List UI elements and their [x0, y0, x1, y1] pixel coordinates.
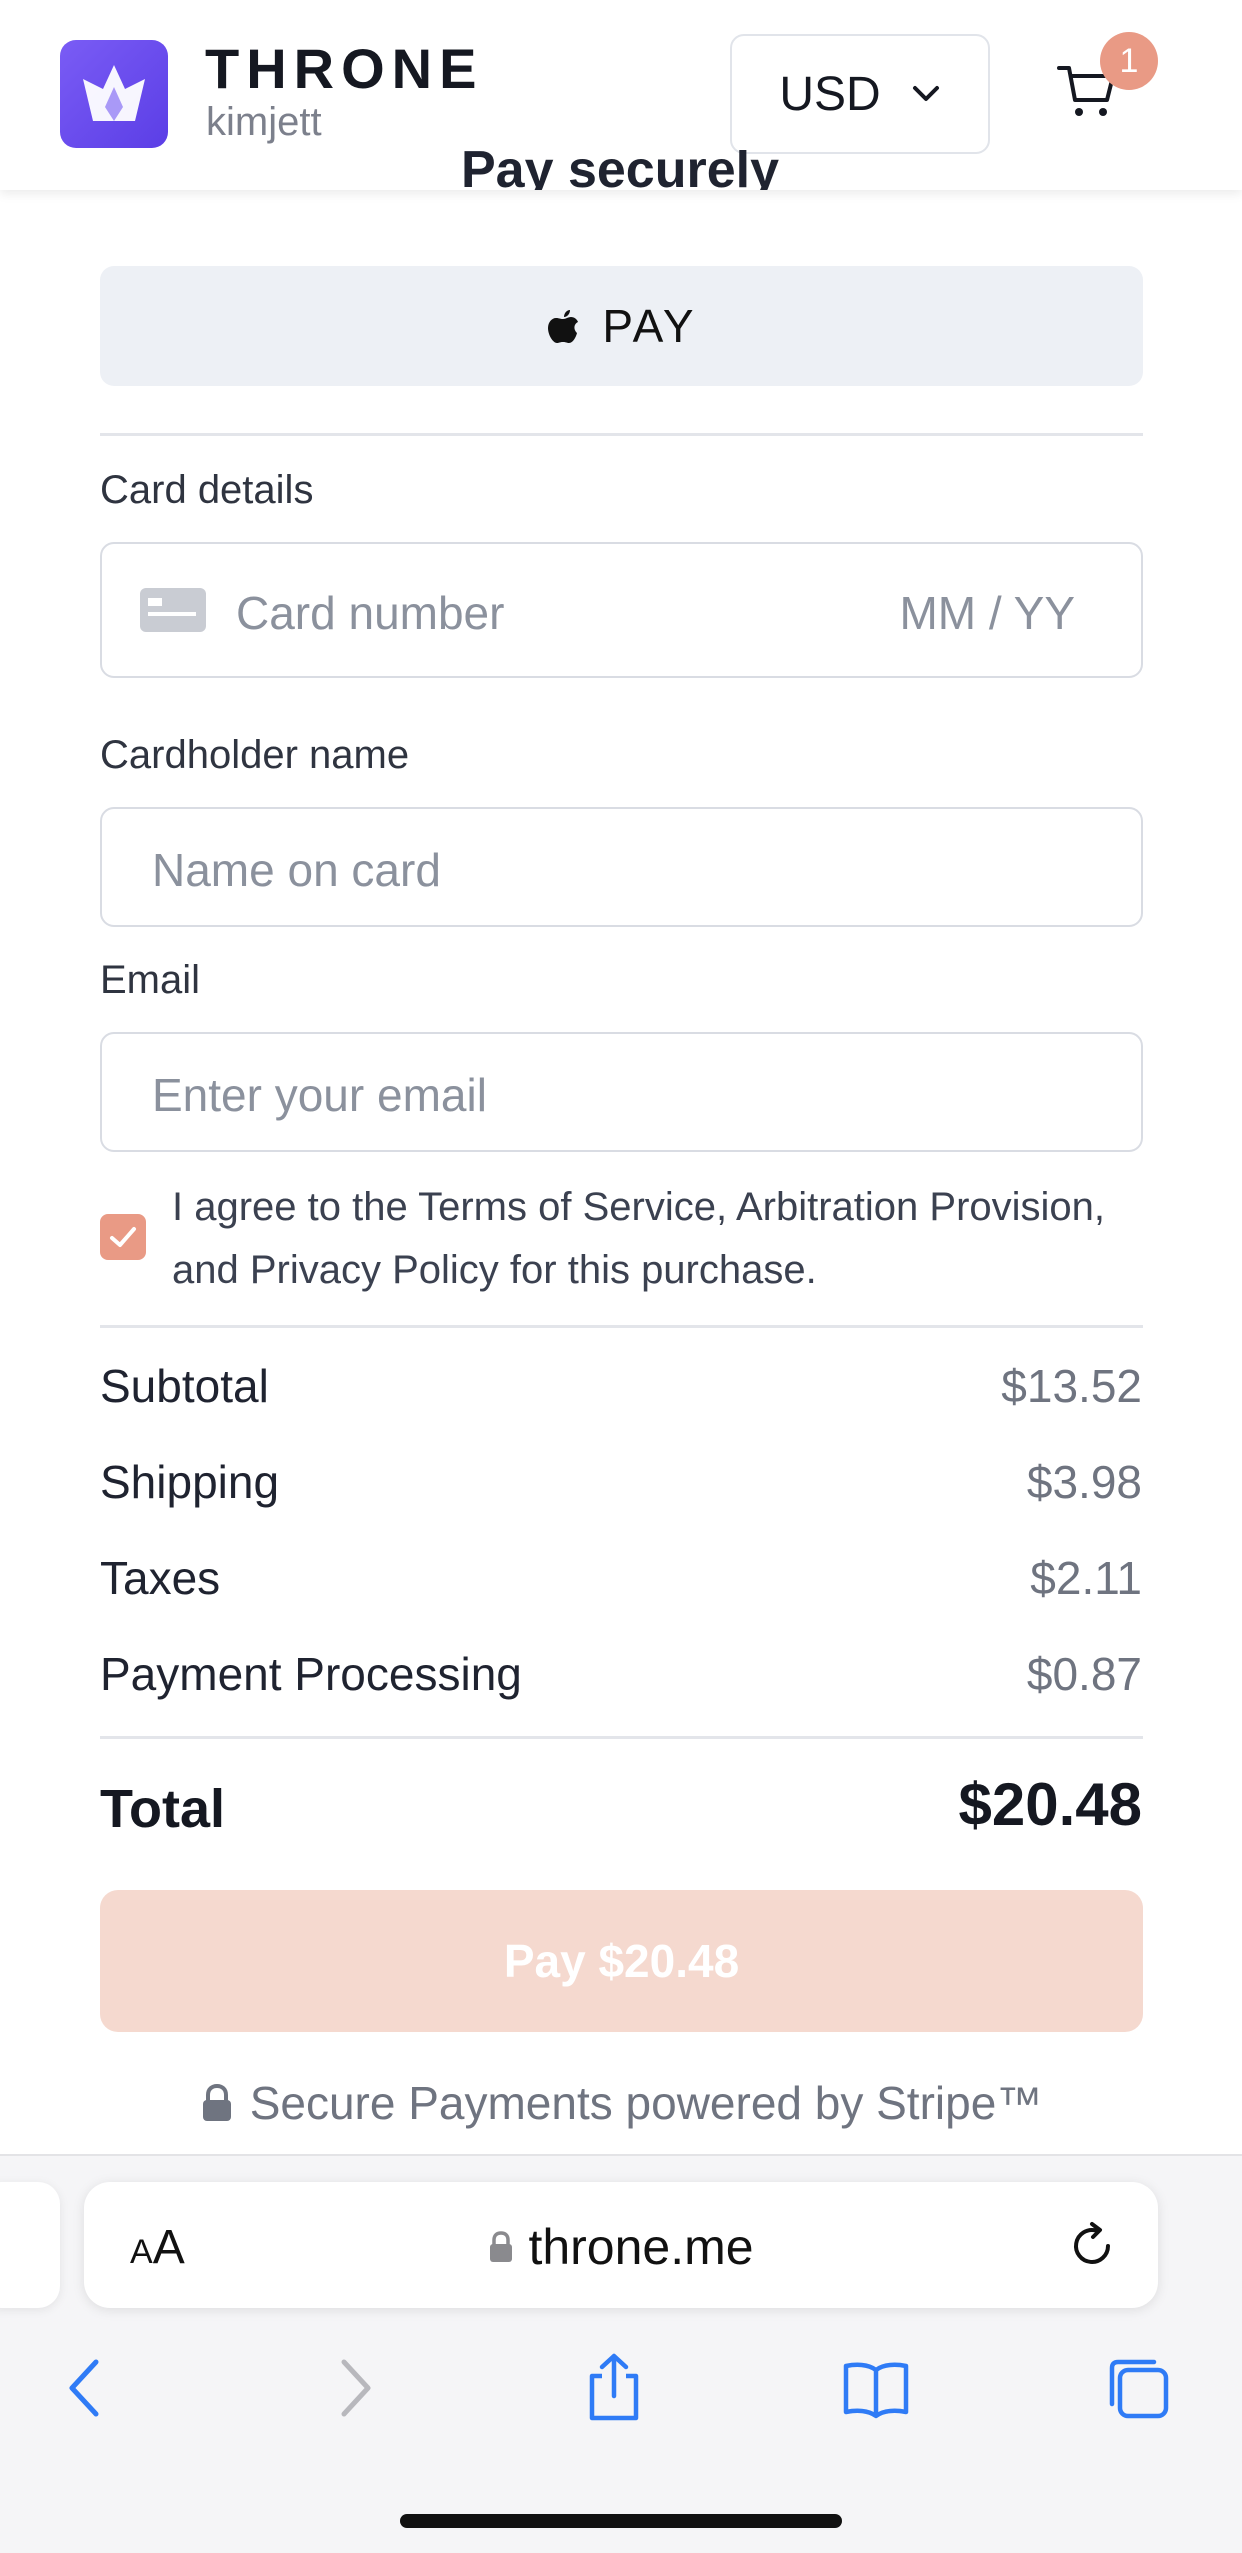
taxes-value: $2.11: [1030, 1552, 1142, 1604]
creator-username[interactable]: kimjett: [206, 100, 322, 145]
total-label: Total: [100, 1779, 225, 1839]
apple-pay-label: PAY: [602, 300, 697, 352]
back-icon[interactable]: [50, 2352, 122, 2424]
divider: [100, 1736, 1143, 1739]
reload-icon[interactable]: [1066, 2220, 1118, 2272]
apple-pay-button[interactable]: PAY: [100, 266, 1143, 386]
agree-terms-text: I agree to the Terms of Service, Arbitra…: [172, 1185, 1106, 1292]
card-number-field[interactable]: Card number MM / YY: [100, 542, 1143, 678]
email-field[interactable]: Enter your email: [100, 1032, 1143, 1152]
home-indicator[interactable]: [400, 2514, 842, 2528]
chevron-down-icon: [912, 86, 939, 101]
previous-tab-card[interactable]: [0, 2182, 60, 2308]
subtotal-value: $13.52: [1001, 1360, 1142, 1412]
shipping-label: Shipping: [100, 1456, 280, 1508]
brand-name: THRONE: [205, 37, 484, 100]
card-number-placeholder: Card number: [236, 587, 505, 639]
url-text: throne.me: [528, 2219, 754, 2275]
total-value: $20.48: [958, 1771, 1142, 1838]
card-details-label: Card details: [100, 468, 314, 512]
expiry-placeholder[interactable]: MM / YY: [899, 586, 1075, 640]
payment-processing-label: Payment Processing: [100, 1648, 522, 1700]
subtotal-label: Subtotal: [100, 1360, 269, 1412]
email-placeholder: Enter your email: [152, 1069, 487, 1121]
shipping-value: $3.98: [1026, 1456, 1142, 1508]
address-bar[interactable]: AA throne.me: [84, 2182, 1158, 2308]
agree-checkbox[interactable]: [100, 1214, 146, 1260]
cardholder-name-placeholder: Name on card: [152, 844, 441, 896]
taxes-label: Taxes: [100, 1552, 221, 1604]
crown-icon: [83, 65, 145, 121]
pay-button-label: Pay $20.48: [503, 1935, 740, 1987]
tabs-icon[interactable]: [1102, 2352, 1174, 2424]
pay-button[interactable]: Pay $20.48: [100, 1890, 1143, 2032]
url-display[interactable]: throne.me: [84, 2218, 1158, 2276]
divider: [100, 433, 1143, 436]
lock-icon: [202, 2083, 231, 2121]
email-label: Email: [100, 958, 201, 1002]
cardholder-name-field[interactable]: Name on card: [100, 807, 1143, 927]
forward-icon[interactable]: [318, 2352, 390, 2424]
throne-logo[interactable]: [60, 40, 168, 148]
divider: [100, 1325, 1143, 1328]
currency-value: USD: [779, 67, 881, 121]
secure-payments-note: Secure Payments powered by Stripe™: [0, 2076, 1242, 2130]
app-header: THRONE kimjett USD 1 Pay securely: [0, 0, 1242, 190]
secure-payments-text: Secure Payments powered by Stripe™: [249, 2077, 1043, 2129]
share-icon[interactable]: [578, 2352, 650, 2424]
checkmark-icon: [110, 1227, 136, 1247]
bookmarks-icon[interactable]: [840, 2352, 912, 2424]
credit-card-icon: [140, 588, 206, 632]
browser-toolbar: AA throne.me: [0, 2154, 1242, 2553]
page-title: Pay securely: [460, 150, 780, 190]
cart-count-badge: 1: [1100, 32, 1158, 90]
apple-icon: [548, 310, 579, 343]
payment-processing-value: $0.87: [1026, 1648, 1142, 1700]
lock-icon: [490, 2231, 513, 2262]
cardholder-name-label: Cardholder name: [100, 733, 410, 777]
page-title-clipped: Pay securely: [300, 150, 940, 190]
currency-select[interactable]: USD: [730, 34, 990, 154]
